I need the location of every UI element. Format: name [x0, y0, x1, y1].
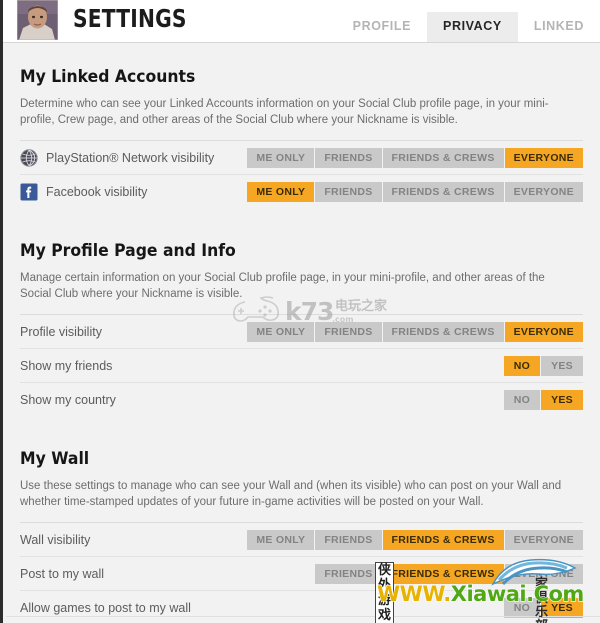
row-label-text-wall-visibility: Wall visibility	[20, 532, 91, 547]
toggle-allow-games-to-post: NO YES	[503, 597, 583, 618]
seg-option-me-only[interactable]: ME ONLY	[247, 321, 315, 342]
seg-option-friends-and-crews[interactable]: FRIENDS & CREWS	[382, 181, 504, 202]
row-show-my-friends: Show my friends NO YES	[20, 348, 583, 382]
segmented-control-post-to-my-wall: FRIENDS FRIENDS & CREWS EVERYONE	[315, 563, 583, 584]
user-avatar[interactable]	[17, 0, 58, 40]
section-description-linked-accounts: Determine who can see your Linked Accoun…	[20, 98, 549, 126]
settings-tabs: PROFILE PRIVACY LINKED	[337, 12, 600, 42]
section-title-my-wall: My Wall	[20, 449, 90, 469]
row-label-allow-games-post: Allow games to post to my wall	[20, 601, 191, 615]
row-allow-games-to-post-to-my-wall: Allow games to post to my wall NO YES	[20, 590, 583, 623]
row-label-text-profile-visibility: Profile visibility	[20, 324, 102, 339]
section-title-profile-page: My Profile Page and Info	[20, 241, 236, 261]
row-label-text-show-my-friends: Show my friends	[20, 358, 113, 373]
page-header: SETTINGS PROFILE PRIVACY LINKED	[3, 0, 600, 43]
row-label-text-facebook: Facebook visibility	[46, 184, 148, 199]
row-wall-visibility: Wall visibility ME ONLY FRIENDS FRIENDS …	[20, 522, 583, 556]
row-label-text-playstation: PlayStation® Network visibility	[46, 150, 215, 165]
row-label-text-allow-games-post: Allow games to post to my wall	[20, 600, 191, 615]
tab-privacy[interactable]: PRIVACY	[427, 12, 518, 42]
toggle-show-my-friends: NO YES	[503, 355, 583, 376]
seg-option-friends[interactable]: FRIENDS	[315, 321, 382, 342]
seg-option-everyone[interactable]: EVERYONE	[504, 563, 583, 584]
seg-option-friends-and-crews[interactable]: FRIENDS & CREWS	[382, 529, 504, 550]
seg-option-everyone[interactable]: EVERYONE	[504, 181, 583, 202]
avatar-portrait-icon	[17, 0, 58, 40]
segmented-control-facebook-visibility: ME ONLY FRIENDS FRIENDS & CREWS EVERYONE	[247, 181, 583, 202]
toggle-option-yes[interactable]: YES	[541, 355, 583, 376]
section-title-linked-accounts: My Linked Accounts	[20, 67, 196, 87]
seg-option-friends[interactable]: FRIENDS	[315, 181, 382, 202]
row-label-facebook: Facebook visibility	[20, 183, 147, 201]
seg-option-friends[interactable]: FRIENDS	[315, 147, 382, 168]
segmented-control-playstation-visibility: ME ONLY FRIENDS FRIENDS & CREWS EVERYONE	[247, 147, 583, 168]
settings-content: My Linked Accounts Determine who can see…	[3, 43, 600, 623]
seg-option-friends[interactable]: FRIENDS	[315, 529, 382, 550]
seg-option-friends-and-crews[interactable]: FRIENDS & CREWS	[382, 563, 504, 584]
toggle-option-no[interactable]: NO	[503, 597, 541, 618]
row-label-show-my-friends: Show my friends	[20, 359, 112, 373]
row-facebook-visibility: Facebook visibility ME ONLY FRIENDS FRIE…	[20, 174, 583, 208]
toggle-show-my-country: NO YES	[503, 389, 583, 410]
row-profile-visibility: Profile visibility ME ONLY FRIENDS FRIEN…	[20, 314, 583, 348]
row-show-my-country: Show my country NO YES	[20, 382, 583, 416]
facebook-icon	[20, 183, 38, 201]
section-description-my-wall: Use these settings to manage who can see…	[20, 480, 562, 508]
row-label-text-post-to-my-wall: Post to my wall	[20, 566, 105, 581]
toggle-option-yes[interactable]: YES	[541, 597, 583, 618]
row-playstation-network-visibility: PlayStation® Network visibility ME ONLY …	[20, 140, 583, 174]
rows-profile-page: Profile visibility ME ONLY FRIENDS FRIEN…	[20, 314, 583, 416]
seg-option-friends-and-crews[interactable]: FRIENDS & CREWS	[382, 321, 504, 342]
row-post-to-my-wall: Post to my wall FRIENDS FRIENDS & CREWS …	[20, 556, 583, 590]
segmented-control-profile-visibility: ME ONLY FRIENDS FRIENDS & CREWS EVERYONE	[247, 321, 583, 342]
bottom-divider	[6, 616, 600, 617]
seg-option-everyone[interactable]: EVERYONE	[504, 147, 583, 168]
seg-option-friends[interactable]: FRIENDS	[315, 563, 382, 584]
toggle-option-no[interactable]: NO	[503, 389, 541, 410]
seg-option-everyone[interactable]: EVERYONE	[504, 321, 583, 342]
section-profile-page-and-info: My Profile Page and Info Manage certain …	[3, 241, 600, 416]
row-label-playstation: PlayStation® Network visibility	[20, 148, 215, 167]
row-label-post-to-my-wall: Post to my wall	[20, 567, 104, 581]
row-label-wall-visibility: Wall visibility	[20, 533, 90, 547]
rows-my-wall: Wall visibility ME ONLY FRIENDS FRIENDS …	[20, 522, 583, 623]
row-label-profile-visibility: Profile visibility	[20, 325, 102, 339]
toggle-option-no[interactable]: NO	[503, 355, 541, 376]
section-description-profile-page: Manage certain information on your Socia…	[20, 272, 545, 300]
rows-linked-accounts: PlayStation® Network visibility ME ONLY …	[20, 140, 583, 208]
settings-page: SETTINGS PROFILE PRIVACY LINKED My Linke…	[0, 0, 600, 623]
seg-option-friends-and-crews[interactable]: FRIENDS & CREWS	[382, 147, 504, 168]
section-my-wall: My Wall Use these settings to manage who…	[3, 449, 600, 623]
section-linked-accounts: My Linked Accounts Determine who can see…	[3, 67, 600, 208]
playstation-icon	[20, 148, 38, 167]
seg-option-me-only[interactable]: ME ONLY	[247, 181, 315, 202]
row-label-text-show-my-country: Show my country	[20, 392, 116, 407]
tab-linked[interactable]: LINKED	[518, 12, 600, 42]
seg-option-me-only[interactable]: ME ONLY	[247, 529, 315, 550]
seg-option-me-only[interactable]: ME ONLY	[247, 147, 315, 168]
seg-option-everyone[interactable]: EVERYONE	[504, 529, 583, 550]
page-title: SETTINGS	[73, 4, 187, 33]
segmented-control-wall-visibility: ME ONLY FRIENDS FRIENDS & CREWS EVERYONE	[247, 529, 583, 550]
row-label-show-my-country: Show my country	[20, 393, 116, 407]
toggle-option-yes[interactable]: YES	[541, 389, 583, 410]
tab-profile[interactable]: PROFILE	[337, 12, 427, 42]
